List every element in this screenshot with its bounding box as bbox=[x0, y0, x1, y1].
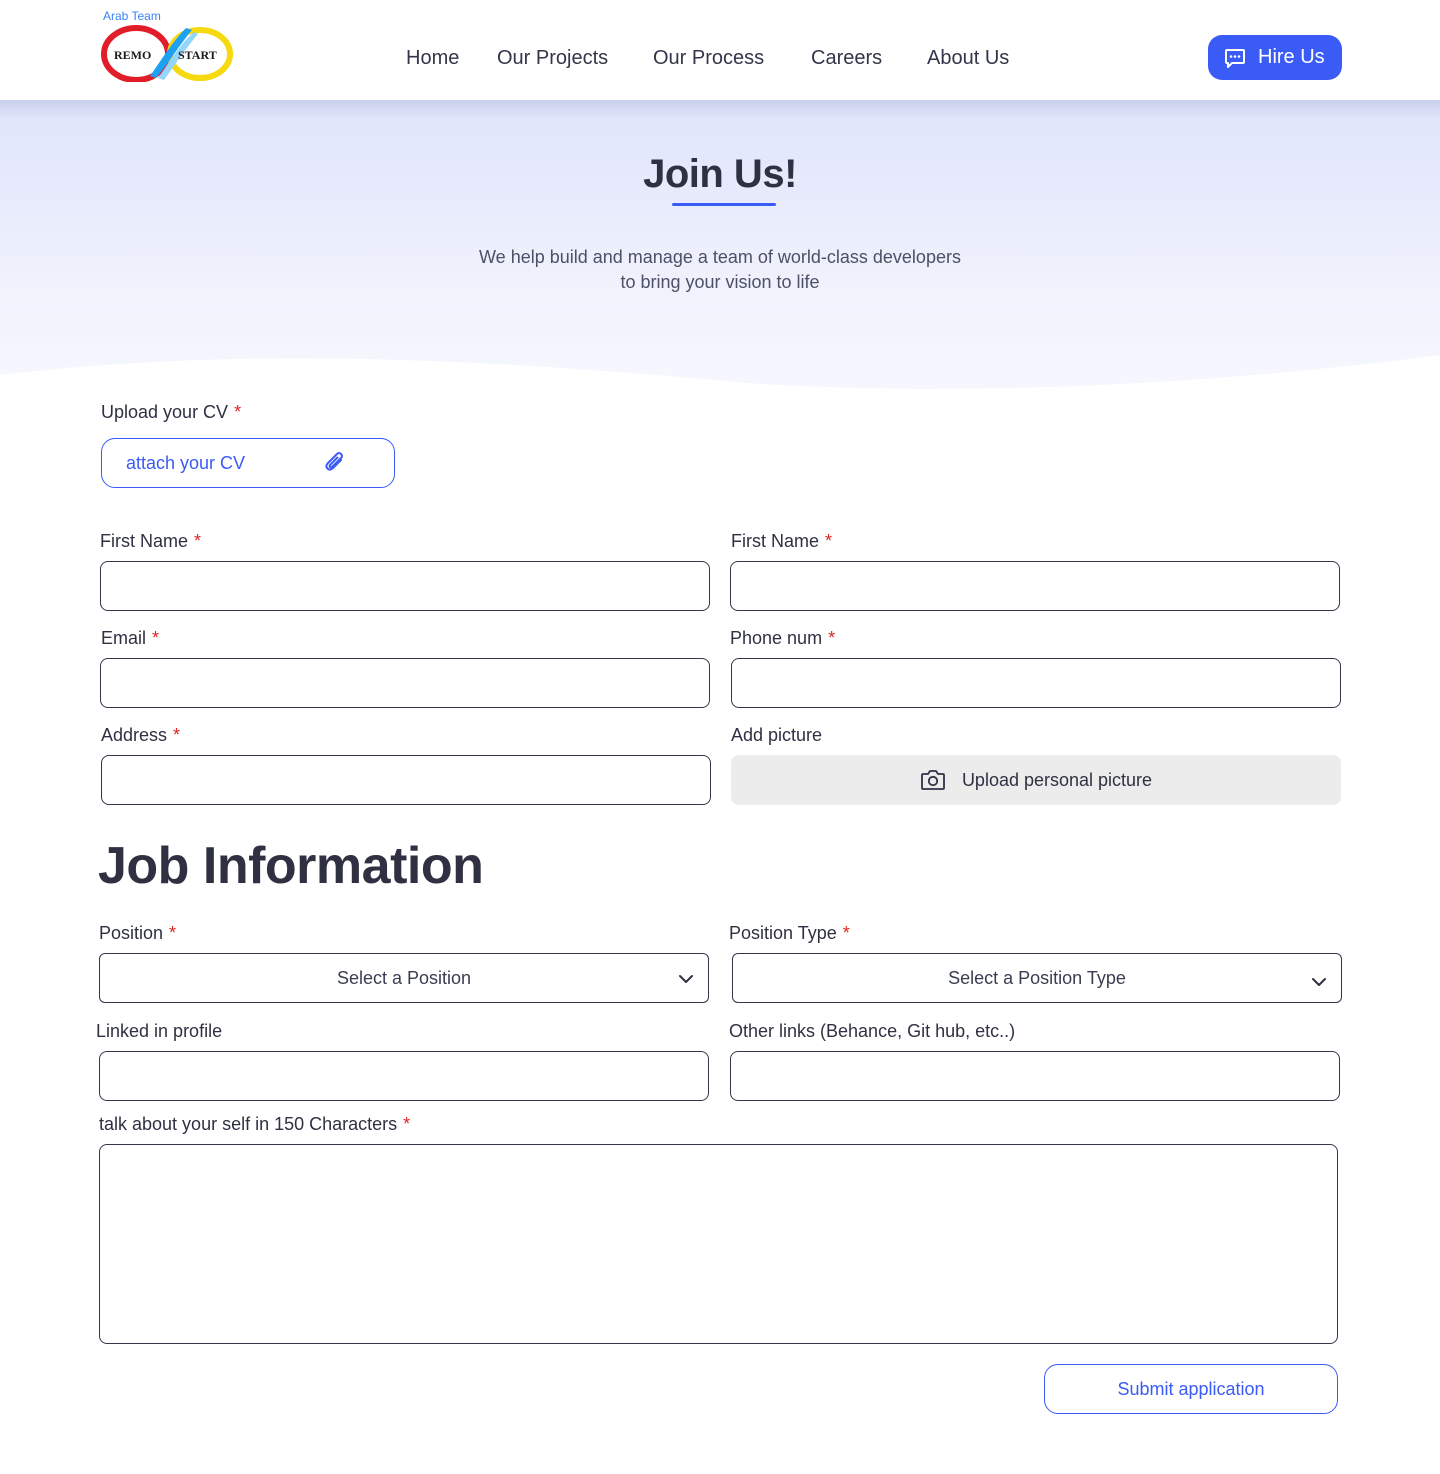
position-select[interactable]: Select a Position bbox=[99, 953, 709, 1003]
position-label-text: Position bbox=[99, 923, 164, 943]
position-type-label: Position Type * bbox=[729, 923, 850, 944]
add-picture-label: Add picture bbox=[731, 725, 823, 745]
page-title: Join Us! bbox=[643, 152, 797, 196]
first-name-input-2[interactable] bbox=[731, 562, 1339, 610]
position-select-value: Select a Position bbox=[336, 967, 472, 988]
linkedin-label: Linked in profile bbox=[96, 1021, 223, 1041]
required-mark: * bbox=[173, 725, 181, 745]
position-type-select[interactable]: Select a Position Type bbox=[732, 953, 1342, 1003]
hero-subtitle-line-1: We help build and manage a team of world… bbox=[479, 247, 961, 267]
position-type-label-text: Position Type bbox=[729, 923, 837, 943]
upload-picture-button[interactable]: Upload personal picture bbox=[731, 755, 1341, 805]
about-label-text: talk about your self in 150 Characters bbox=[99, 1114, 398, 1134]
nav-our-projects[interactable]: Our Projects bbox=[497, 47, 608, 70]
cv-label: Upload your CV * bbox=[101, 402, 241, 423]
linkedin-field[interactable] bbox=[99, 1051, 709, 1101]
attach-cv-label: attach your CV bbox=[126, 452, 246, 473]
email-field[interactable] bbox=[100, 658, 710, 708]
nav-home[interactable]: Home bbox=[406, 47, 459, 70]
hero-section: Join Us! We help build and manage a team… bbox=[0, 100, 1440, 400]
about-textarea[interactable] bbox=[100, 1145, 1337, 1343]
upload-picture-label: Upload personal picture bbox=[961, 769, 1153, 790]
other-links-field[interactable] bbox=[730, 1051, 1340, 1101]
hire-us-label: Hire Us bbox=[1258, 46, 1325, 68]
position-label: Position * bbox=[99, 923, 176, 944]
phone-label-text: Phone num bbox=[730, 628, 823, 648]
chat-bubble-icon bbox=[1224, 47, 1246, 69]
required-mark: * bbox=[152, 628, 160, 648]
linkedin-input[interactable] bbox=[100, 1052, 708, 1100]
attach-cv-button[interactable]: attach your CV bbox=[101, 438, 395, 488]
required-mark: * bbox=[234, 402, 242, 422]
phone-label: Phone num * bbox=[730, 628, 835, 649]
logo-tagline: Arab Team bbox=[103, 9, 161, 23]
required-mark: * bbox=[169, 923, 177, 943]
about-label: talk about your self in 150 Characters * bbox=[99, 1114, 410, 1135]
paperclip-icon bbox=[322, 450, 348, 476]
chevron-down-icon bbox=[678, 971, 694, 987]
chevron-down-icon bbox=[1311, 974, 1327, 990]
position-type-select-value: Select a Position Type bbox=[948, 967, 1126, 988]
camera-icon bbox=[920, 769, 946, 791]
address-input[interactable] bbox=[102, 756, 710, 804]
first-name-input[interactable] bbox=[101, 562, 709, 610]
hero-subtitle: We help build and manage a team of world… bbox=[0, 245, 1440, 295]
first-name-label-text: First Name bbox=[100, 531, 189, 551]
first-name-field-2[interactable] bbox=[730, 561, 1340, 611]
other-links-input[interactable] bbox=[731, 1052, 1339, 1100]
title-underline bbox=[672, 203, 776, 206]
other-links-label: Other links (Behance, Git hub, etc..) bbox=[729, 1021, 1016, 1041]
nav-about-us[interactable]: About Us bbox=[927, 47, 1009, 70]
first-name-field[interactable] bbox=[100, 561, 710, 611]
site-header: Arab Team REMO START Home Our Projects O… bbox=[0, 0, 1440, 100]
email-input[interactable] bbox=[101, 659, 709, 707]
required-mark: * bbox=[825, 531, 833, 551]
address-label: Address * bbox=[101, 725, 180, 746]
required-mark: * bbox=[828, 628, 836, 648]
address-field[interactable] bbox=[101, 755, 711, 805]
job-information-heading: Job Information bbox=[98, 837, 484, 895]
submit-application-button[interactable]: Submit application bbox=[1044, 1364, 1338, 1414]
email-label-text: Email bbox=[101, 628, 147, 648]
address-label-text: Address bbox=[101, 725, 168, 745]
nav-our-process[interactable]: Our Process bbox=[653, 47, 764, 70]
phone-input[interactable] bbox=[732, 659, 1340, 707]
required-mark: * bbox=[403, 1114, 411, 1134]
hire-us-button[interactable]: Hire Us bbox=[1208, 35, 1342, 80]
first-name-label-2-text: First Name bbox=[731, 531, 820, 551]
first-name-label: First Name * bbox=[100, 531, 201, 552]
header-shadow bbox=[0, 100, 1440, 118]
cv-label-text: Upload your CV bbox=[101, 402, 229, 422]
hero-wave bbox=[0, 355, 1440, 400]
hero-subtitle-line-2: to bring your vision to life bbox=[620, 272, 820, 292]
phone-field[interactable] bbox=[731, 658, 1341, 708]
nav-careers[interactable]: Careers bbox=[811, 47, 882, 70]
required-mark: * bbox=[194, 531, 202, 551]
email-label: Email * bbox=[101, 628, 159, 649]
first-name-label-2: First Name * bbox=[731, 531, 832, 552]
about-textarea-field[interactable] bbox=[99, 1144, 1338, 1344]
required-mark: * bbox=[842, 923, 850, 943]
